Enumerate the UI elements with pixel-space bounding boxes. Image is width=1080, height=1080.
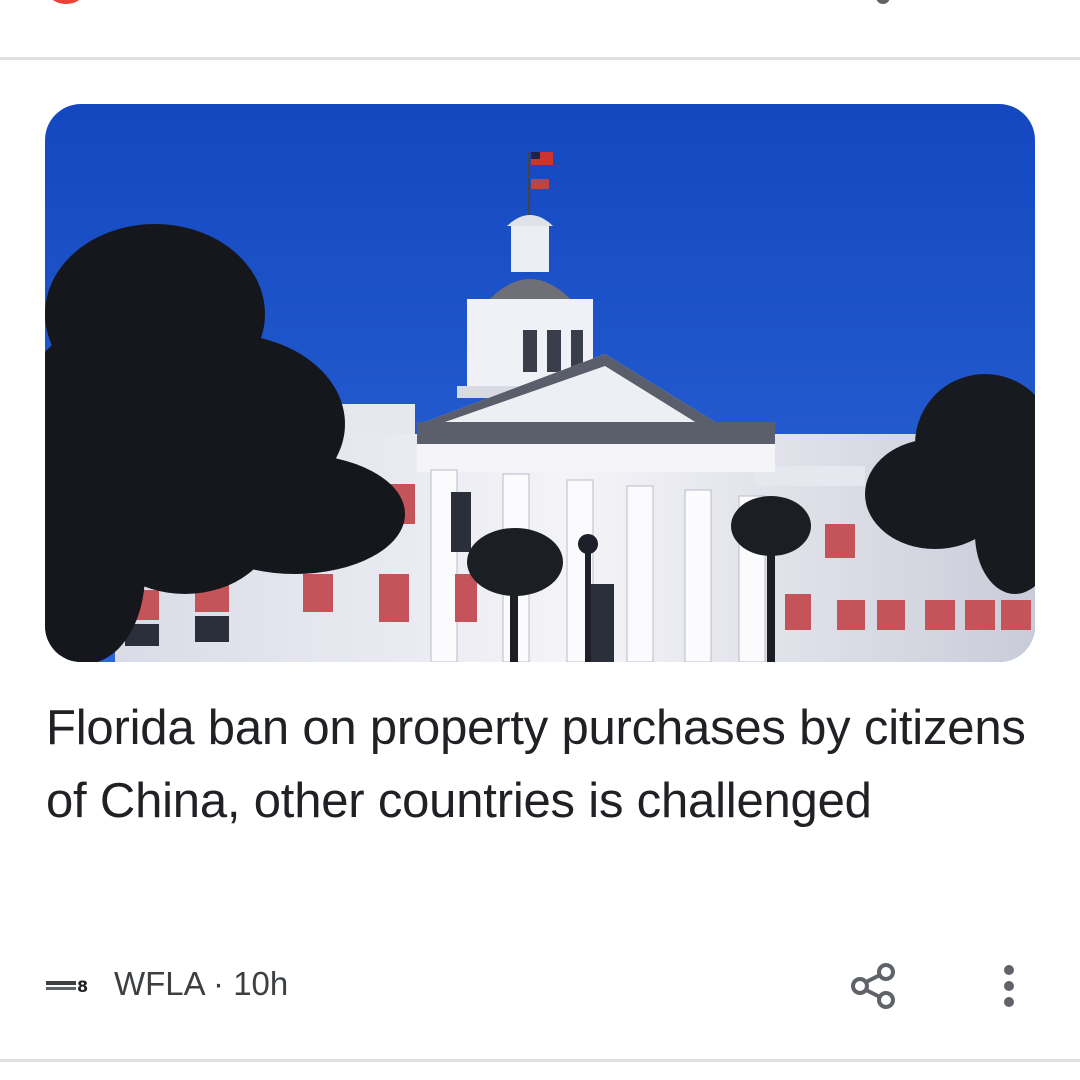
card-divider-bottom (0, 1059, 1080, 1062)
more-options-button[interactable] (990, 960, 1028, 1012)
news-feed: Florida ban on property purchases by cit… (0, 0, 1080, 1080)
article-image[interactable] (45, 104, 1035, 662)
source-avatar-icon (48, 0, 84, 4)
previous-card-remnant (0, 0, 1080, 58)
news-channel-8-logo-icon: 8 (46, 972, 90, 996)
source-meta: WFLA · 10h (114, 964, 288, 1004)
share-button[interactable] (848, 960, 900, 1012)
svg-text:8: 8 (77, 977, 88, 996)
article-headline[interactable]: Florida ban on property purchases by cit… (46, 692, 1036, 838)
article-age: 10h (233, 965, 289, 1002)
card-divider (0, 57, 1080, 60)
more-vert-icon (1004, 965, 1014, 1007)
meta-separator: · (213, 965, 225, 1002)
article-source-row: 8 WFLA · 10h (0, 950, 1080, 1020)
source-name[interactable]: WFLA (114, 965, 204, 1002)
share-icon (876, 0, 890, 4)
capitol-building-photo (45, 104, 1035, 662)
share-icon (851, 963, 895, 1009)
